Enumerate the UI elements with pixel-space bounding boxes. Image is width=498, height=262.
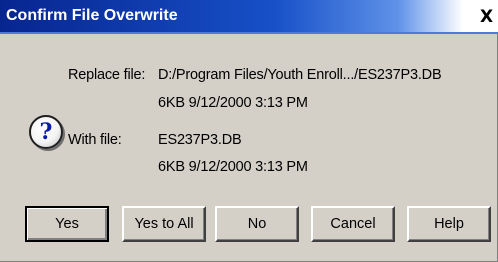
- with-file-name: ES237P3.DB: [158, 132, 242, 148]
- question-icon: ?: [29, 115, 63, 149]
- with-file-label: With file:: [68, 132, 122, 148]
- close-icon[interactable]: X: [480, 7, 498, 27]
- confirm-overwrite-dialog: Confirm File Overwrite X ? Replace file:…: [0, 0, 498, 262]
- title-bar: Confirm File Overwrite X: [0, 0, 498, 34]
- replace-file-label: Replace file:: [68, 67, 146, 83]
- replace-file-details: 6KB 9/12/2000 3:13 PM: [158, 95, 308, 111]
- dialog-title: Confirm File Overwrite: [6, 7, 178, 24]
- yes-button[interactable]: Yes: [25, 206, 109, 242]
- no-button[interactable]: No: [215, 206, 299, 242]
- replace-file-path: D:/Program Files/Youth Enroll.../ES237P3…: [158, 67, 442, 83]
- cancel-button[interactable]: Cancel: [311, 206, 395, 242]
- with-file-details: 6KB 9/12/2000 3:13 PM: [158, 159, 308, 175]
- help-button[interactable]: Help: [407, 206, 491, 242]
- question-mark-glyph: ?: [39, 119, 53, 145]
- yes-to-all-button[interactable]: Yes to All: [122, 206, 206, 242]
